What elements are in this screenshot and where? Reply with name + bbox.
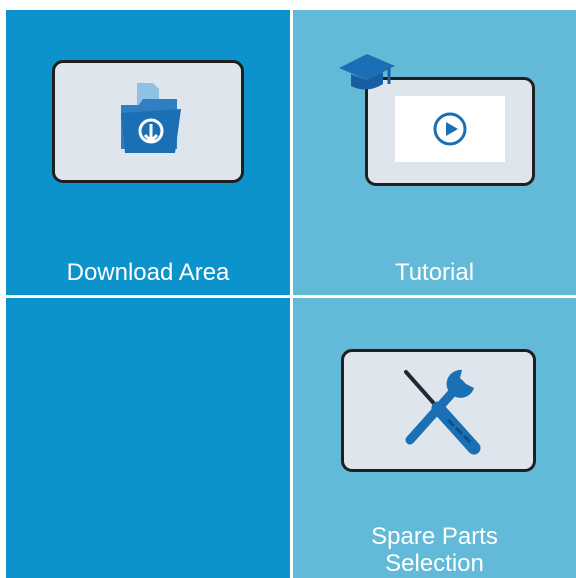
- play-icon: [432, 111, 468, 147]
- folder-download-icon: [115, 79, 187, 159]
- download-screen-frame: [52, 60, 244, 183]
- spare-parts-selection-tile[interactable]: Spare Parts Selection: [293, 298, 576, 578]
- wrench-screwdriver-icon: [396, 364, 488, 458]
- spare-parts-label-line2: Selection: [385, 550, 484, 577]
- video-panel: [395, 96, 505, 162]
- graduation-cap-icon: [337, 52, 401, 100]
- download-area-tile[interactable]: Download Area: [6, 10, 290, 295]
- download-area-label: Download Area: [66, 259, 230, 286]
- spare-parts-screen-frame: [341, 349, 536, 472]
- tutorial-label: Tutorial: [394, 259, 475, 286]
- tutorial-tile[interactable]: Tutorial: [293, 10, 576, 295]
- empty-tile: [6, 298, 290, 578]
- spare-parts-label-line1: Spare Parts: [371, 523, 498, 550]
- tile-grid: Download Area Tutorial Spare Parts Selec…: [0, 0, 576, 578]
- spare-parts-label: Spare Parts Selection: [293, 523, 576, 577]
